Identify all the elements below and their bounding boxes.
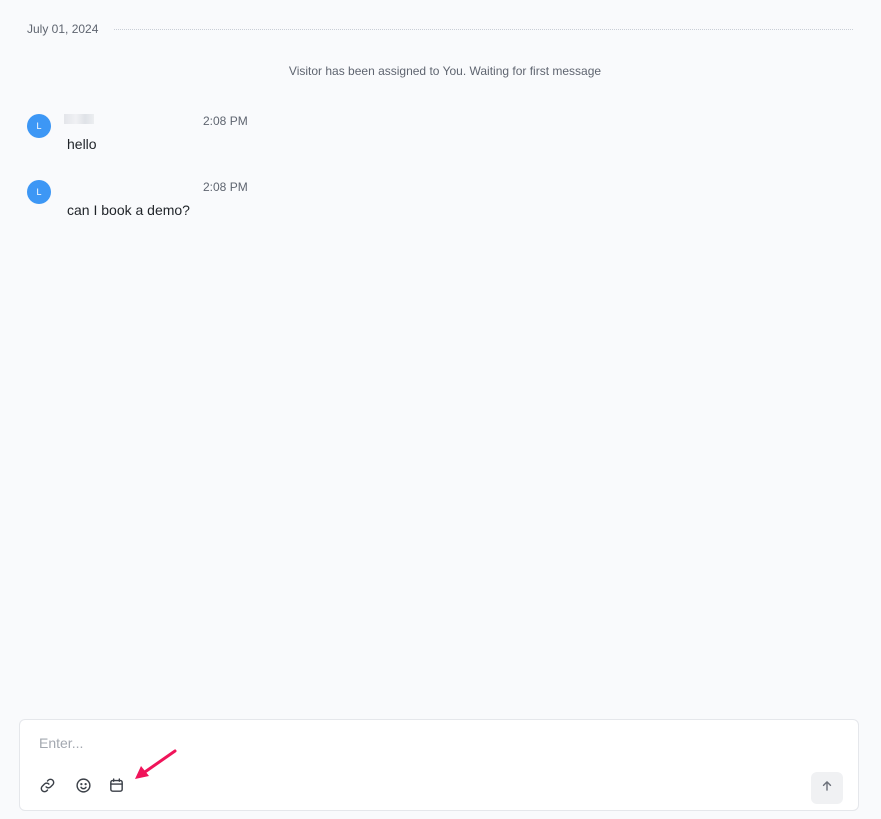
date-divider: July 01, 2024 [27,21,853,37]
message-text: hello [67,136,97,152]
link-icon [39,777,56,799]
redacted-name-blur [64,114,94,124]
emoji-button[interactable] [72,777,94,799]
system-message: Visitor has been assigned to You. Waitin… [288,64,602,78]
arrow-up-icon [820,779,834,798]
message-time: 2:08 PM [203,114,248,128]
message-time: 2:08 PM [203,180,248,194]
divider-line [114,28,853,30]
insert-link-button[interactable] [36,777,58,799]
sender-name-redacted [64,113,140,125]
avatar: L [27,180,51,204]
send-button[interactable] [811,772,843,804]
chat-page: July 01, 2024 Visitor has been assigned … [0,0,881,819]
avatar: L [27,114,51,138]
date-label: July 01, 2024 [27,22,99,36]
schedule-meeting-button[interactable] [105,777,127,799]
message-text: can I book a demo? [67,202,190,218]
emoji-icon [75,777,92,799]
message-item: L 2:08 PM hello [27,114,267,158]
message-item: L 2:08 PM can I book a demo? [27,180,267,224]
calendar-icon [108,777,125,799]
annotation-arrow-icon [135,749,177,779]
